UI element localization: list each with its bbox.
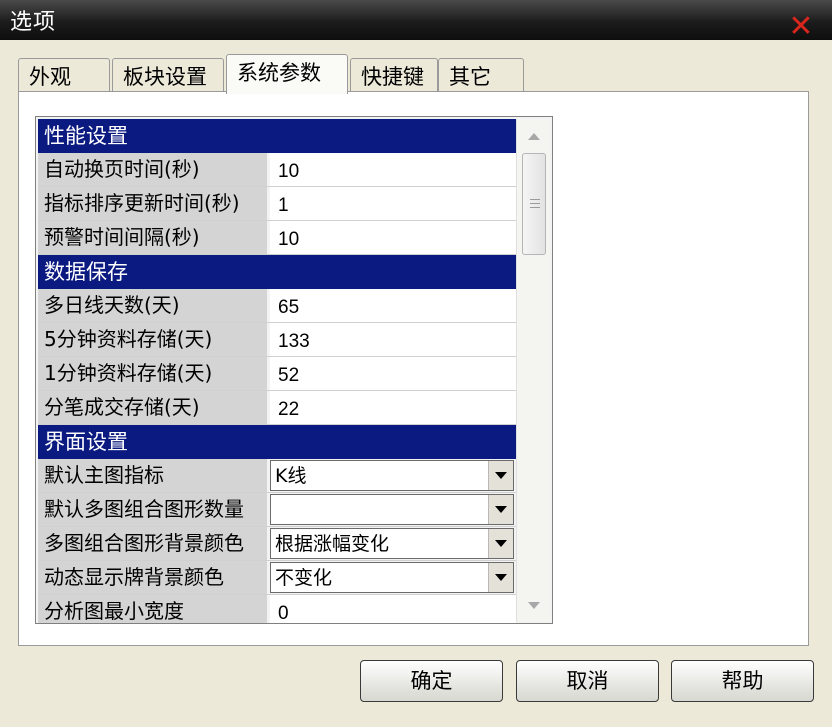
vertical-scrollbar[interactable] <box>516 119 550 622</box>
tab-appearance[interactable]: 外观 <box>18 58 110 92</box>
close-icon[interactable]: ✕ <box>786 12 816 42</box>
ticker-bg-color-dropdown[interactable]: 不变化 <box>270 562 514 593</box>
property-row: 多图组合图形背景颜色 根据涨幅变化 <box>38 527 516 561</box>
property-row: 预警时间间隔(秒) 10 <box>38 221 516 255</box>
grip-line <box>530 207 540 208</box>
dropdown-value: 不变化 <box>275 567 333 589</box>
property-label: 5分钟资料存储(天) <box>38 323 270 356</box>
property-label: 默认多图组合图形数量 <box>38 493 270 526</box>
grip-line <box>530 203 540 204</box>
chevron-down-icon[interactable] <box>488 461 513 490</box>
scroll-up-icon[interactable] <box>521 123 547 149</box>
property-row: 默认多图组合图形数量 <box>38 493 516 527</box>
property-row: 分析图最小宽度 0 <box>38 595 516 623</box>
alert-interval-field[interactable]: 10 <box>270 221 516 254</box>
options-dialog: 选项 ✕ 外观 板块设置 系统参数 快捷键 其它 性能设置 自动换页时间(秒) … <box>0 0 832 727</box>
tab-sector-settings[interactable]: 板块设置 <box>112 58 224 92</box>
property-row: 默认主图指标 K线 <box>38 459 516 493</box>
property-label: 多日线天数(天) <box>38 289 270 322</box>
auto-page-time-field[interactable]: 10 <box>270 153 516 186</box>
five-min-storage-field[interactable]: 133 <box>270 323 516 356</box>
property-row: 5分钟资料存储(天) 133 <box>38 323 516 357</box>
multi-chart-bg-color-dropdown[interactable]: 根据涨幅变化 <box>270 528 514 559</box>
chart-min-width-field[interactable]: 0 <box>270 595 516 623</box>
dropdown-value <box>271 495 488 524</box>
property-label: 预警时间间隔(秒) <box>38 221 270 254</box>
tab-system-parameters[interactable]: 系统参数 <box>226 54 348 94</box>
property-label: 分笔成交存储(天) <box>38 391 270 424</box>
section-header-data-storage: 数据保存 <box>38 255 516 289</box>
section-header-performance: 性能设置 <box>38 119 516 153</box>
property-label: 多图组合图形背景颜色 <box>38 527 270 560</box>
property-row: 分笔成交存储(天) 22 <box>38 391 516 425</box>
tick-storage-field[interactable]: 22 <box>270 391 516 424</box>
tab-shortcuts[interactable]: 快捷键 <box>350 58 438 92</box>
property-row: 指标排序更新时间(秒) 1 <box>38 187 516 221</box>
property-label: 默认主图指标 <box>38 459 270 492</box>
index-sort-update-field[interactable]: 1 <box>270 187 516 220</box>
title-bar[interactable]: 选项 ✕ <box>0 0 832 42</box>
multi-day-line-days-field[interactable]: 65 <box>270 289 516 322</box>
help-button[interactable]: 帮助 <box>671 660 814 702</box>
window-title: 选项 <box>10 10 57 35</box>
multi-chart-count-dropdown[interactable] <box>270 494 514 525</box>
property-row: 多日线天数(天) 65 <box>38 289 516 323</box>
chevron-down-icon[interactable] <box>488 529 513 558</box>
property-label: 自动换页时间(秒) <box>38 153 270 186</box>
ok-button[interactable]: 确定 <box>360 660 503 702</box>
property-row: 动态显示牌背景颜色 不变化 <box>38 561 516 595</box>
default-main-indicator-dropdown[interactable]: K线 <box>270 460 514 491</box>
tab-other[interactable]: 其它 <box>438 58 524 92</box>
property-grid-rows: 性能设置 自动换页时间(秒) 10 指标排序更新时间(秒) 1 预警时间间隔(秒… <box>38 119 516 623</box>
section-header-interface: 界面设置 <box>38 425 516 459</box>
property-row: 1分钟资料存储(天) 52 <box>38 357 516 391</box>
property-label: 分析图最小宽度 <box>38 595 270 623</box>
scroll-down-icon[interactable] <box>521 592 547 618</box>
scrollbar-thumb[interactable] <box>522 153 546 255</box>
property-label: 指标排序更新时间(秒) <box>38 187 270 220</box>
property-grid: 性能设置 自动换页时间(秒) 10 指标排序更新时间(秒) 1 预警时间间隔(秒… <box>35 116 553 624</box>
one-min-storage-field[interactable]: 52 <box>270 357 516 390</box>
chevron-down-icon[interactable] <box>488 495 513 524</box>
dropdown-value: K线 <box>275 465 307 487</box>
property-label: 动态显示牌背景颜色 <box>38 561 270 594</box>
dropdown-value: 根据涨幅变化 <box>275 533 390 555</box>
grip-line <box>530 199 540 200</box>
property-row: 自动换页时间(秒) 10 <box>38 153 516 187</box>
chevron-down-icon[interactable] <box>488 563 513 592</box>
property-label: 1分钟资料存储(天) <box>38 357 270 390</box>
cancel-button[interactable]: 取消 <box>516 660 659 702</box>
